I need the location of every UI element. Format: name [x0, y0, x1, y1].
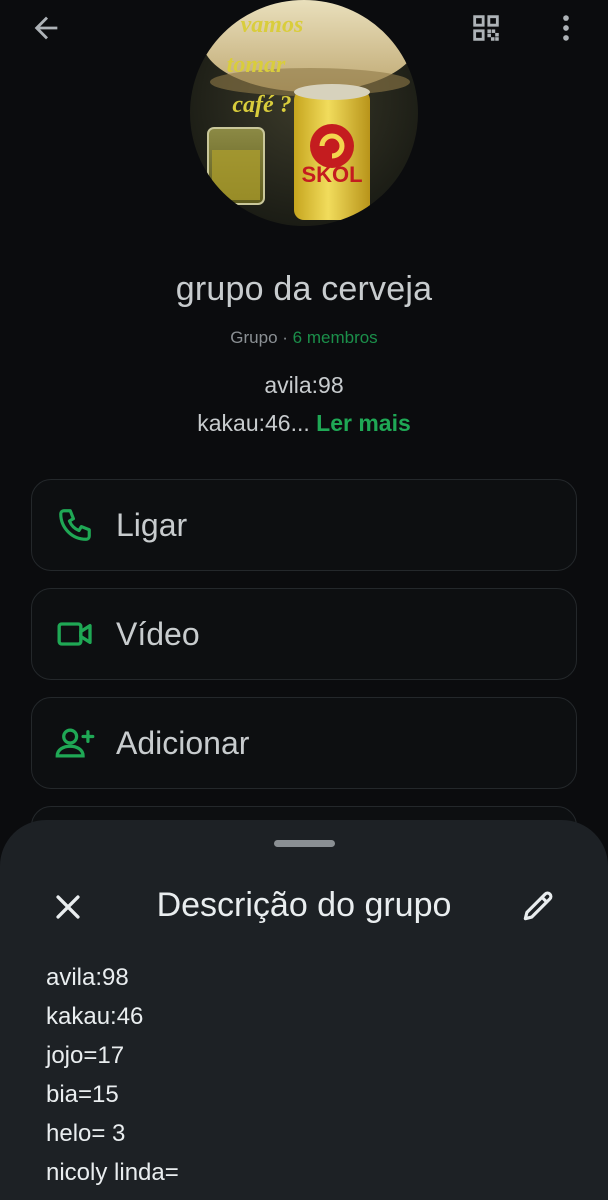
description-preview-line: avila:98 — [264, 372, 344, 398]
add-label: Adicionar — [116, 724, 250, 761]
read-more-link[interactable]: Ler mais — [316, 410, 411, 436]
video-call-button[interactable]: Vídeo — [31, 588, 577, 680]
call-label: Ligar — [116, 506, 188, 543]
group-type-label: Grupo — [230, 328, 278, 347]
description-bottom-sheet: Descrição do grupo avila:98 kakau:46 joj… — [0, 820, 608, 1200]
add-member-button[interactable]: Adicionar — [31, 697, 577, 789]
add-person-icon — [54, 722, 96, 764]
arrow-left-icon — [34, 16, 58, 40]
pencil-icon — [523, 891, 553, 921]
back-button[interactable] — [22, 6, 70, 50]
description-preview-line: kakau:46... — [197, 410, 310, 436]
qr-code-button[interactable] — [462, 6, 510, 50]
description-line: helo= 3 — [46, 1120, 126, 1147]
more-options-button[interactable] — [544, 6, 588, 50]
group-subtitle: Grupo · 6 membros — [0, 328, 608, 348]
description-line: kakau:46 — [46, 1003, 144, 1030]
description-line: jojo=17 — [46, 1042, 125, 1069]
video-camera-icon — [54, 613, 96, 655]
video-label: Vídeo — [116, 615, 200, 652]
description-line: bia=15 — [46, 1081, 119, 1108]
call-button[interactable]: Ligar — [31, 479, 577, 571]
group-name: grupo da cerveja — [175, 270, 433, 308]
description-text: avila:98 kakau:46 jojo=17 bia=15 helo= 3… — [46, 958, 566, 1192]
sheet-drag-handle[interactable] — [274, 840, 335, 847]
qr-code-icon — [473, 15, 499, 41]
can-label: SKOL — [301, 162, 362, 187]
avatar-text-line: tomar — [227, 52, 286, 78]
avatar-text-line: vamos — [241, 12, 304, 38]
phone-icon — [54, 504, 96, 546]
more-vertical-icon — [563, 15, 569, 41]
description-line: nicoly linda= — [46, 1159, 179, 1186]
subtitle-separator: · — [277, 328, 293, 347]
group-avatar[interactable]: SKOL vamos tomar café ? — [190, 0, 418, 226]
description-preview: kakau:46... Ler mais — [0, 410, 608, 437]
avatar-text-line: café ? — [232, 92, 291, 118]
edit-description-button[interactable] — [510, 880, 566, 932]
description-line: avila:98 — [46, 964, 129, 991]
members-count-link[interactable]: 6 membros — [293, 328, 378, 347]
